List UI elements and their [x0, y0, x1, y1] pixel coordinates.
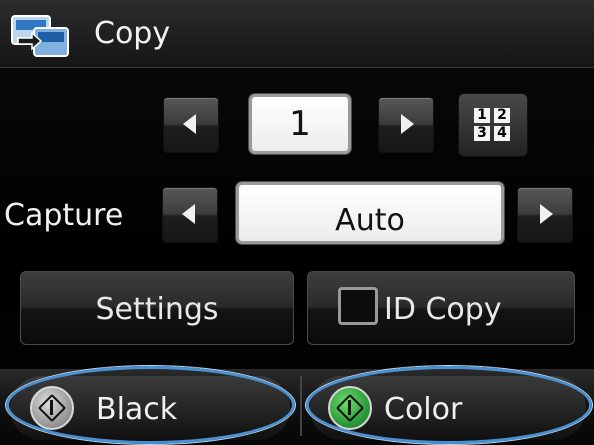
- capture-next-button[interactable]: [517, 187, 573, 243]
- pages-per-sheet-button[interactable]: 1 2 3 4: [458, 93, 528, 157]
- right-arrow-icon: [540, 204, 553, 224]
- copies-value: 1: [289, 104, 311, 144]
- copy-screen: Copy 1 1 2 3 4 Capture Auto Settings ID …: [0, 0, 594, 445]
- capture-label: Capture: [4, 198, 124, 233]
- left-arrow-icon: [182, 204, 195, 224]
- settings-button-label: Settings: [95, 292, 219, 327]
- black-highlight-ring: [6, 366, 295, 444]
- left-arrow-icon: [183, 114, 196, 134]
- pages-digit: 3: [474, 126, 490, 141]
- copies-value-field[interactable]: 1: [249, 94, 351, 154]
- page-title: Copy: [94, 16, 171, 51]
- title-bar: Copy: [0, 0, 594, 68]
- capture-value-field[interactable]: Auto: [236, 182, 504, 244]
- copy-app-icon: [11, 15, 69, 57]
- id-copy-button[interactable]: ID Copy: [307, 271, 575, 345]
- color-highlight-ring: [306, 366, 592, 444]
- settings-button[interactable]: Settings: [20, 271, 294, 345]
- capture-value: Auto: [335, 203, 405, 238]
- id-copy-button-label: ID Copy: [384, 292, 502, 327]
- copies-decrease-button[interactable]: [163, 97, 219, 153]
- start-bar-divider: [300, 376, 302, 436]
- right-arrow-icon: [401, 114, 414, 134]
- pages-per-sheet-icon: 1 2 3 4: [474, 108, 512, 142]
- capture-previous-button[interactable]: [162, 187, 218, 243]
- pages-digit: 1: [474, 108, 490, 123]
- id-card-icon: [338, 287, 378, 325]
- pages-digit: 4: [494, 126, 510, 141]
- copies-increase-button[interactable]: [378, 97, 434, 153]
- pages-digit: 2: [494, 108, 510, 123]
